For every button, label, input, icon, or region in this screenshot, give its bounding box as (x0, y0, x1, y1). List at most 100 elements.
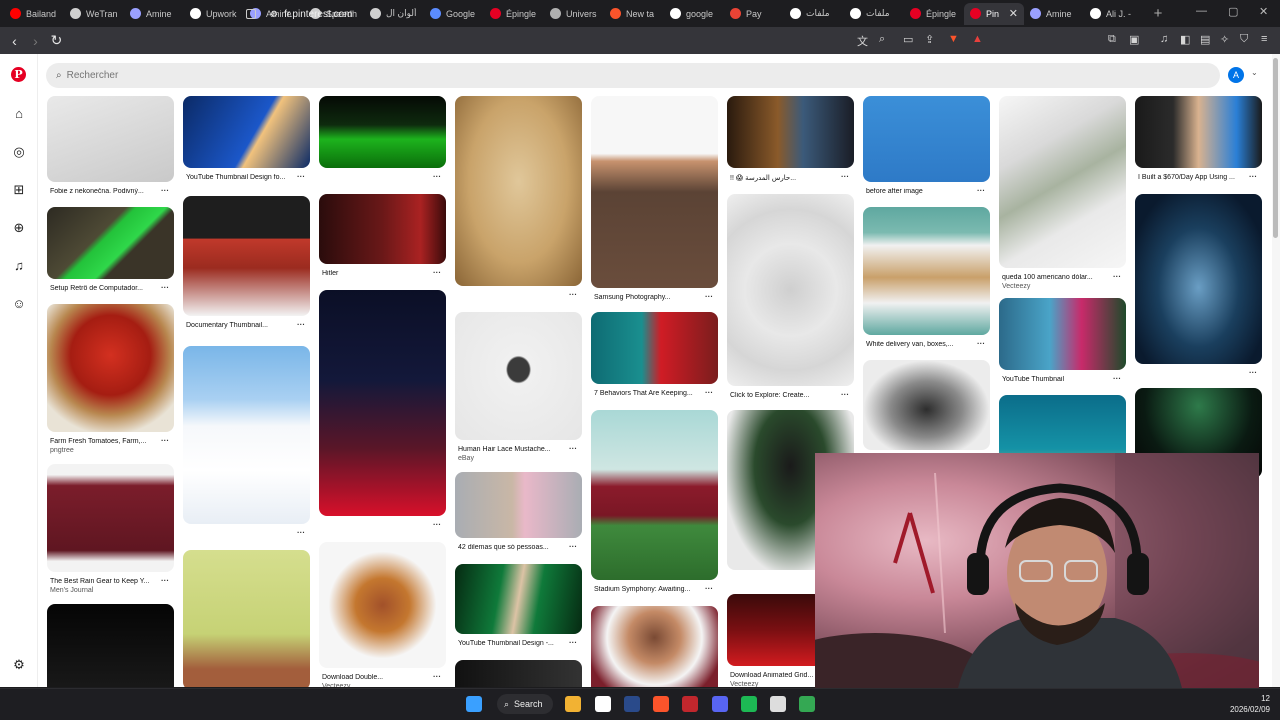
pin-title[interactable]: Farm Fresh Tomatoes, Farm,... (50, 438, 162, 445)
reload-icon[interactable]: ↻ (46, 32, 67, 49)
chrome-icon[interactable] (799, 696, 815, 712)
pin-more-options-icon[interactable]: ··· (1113, 272, 1121, 281)
boards-icon[interactable]: ⊞ (11, 182, 27, 198)
extensions-icon[interactable]: ⧉ (1108, 33, 1116, 46)
pin-image[interactable] (1135, 194, 1262, 364)
home-icon[interactable]: ⌂ (11, 106, 27, 122)
leo-ai-icon[interactable]: ✧ (1220, 33, 1229, 46)
minimize-icon[interactable]: — (1196, 5, 1207, 17)
share-icon[interactable]: ⇪ (925, 33, 934, 46)
pin-image[interactable] (999, 96, 1126, 268)
pin-image[interactable] (727, 194, 854, 386)
pin-more-options-icon[interactable]: ··· (1249, 172, 1257, 181)
browser-tab[interactable]: Amine (1024, 3, 1084, 25)
chatgpt-icon[interactable] (770, 696, 786, 712)
pin-more-options-icon[interactable]: ··· (297, 320, 305, 329)
avatar[interactable]: A (1228, 67, 1244, 83)
messages-icon[interactable]: ☺ (11, 296, 27, 312)
pin-more-options-icon[interactable]: ··· (433, 672, 441, 681)
cast-icon[interactable]: ▭ (903, 33, 913, 46)
pin-image[interactable] (1135, 96, 1262, 168)
search-input[interactable]: Rechercher (67, 70, 119, 81)
pin-image[interactable] (47, 464, 174, 572)
video-editor-icon[interactable] (682, 696, 698, 712)
site-info-icon[interactable]: ⚙ (270, 9, 278, 20)
back-icon[interactable]: ‹ (4, 33, 25, 49)
pin-more-options-icon[interactable]: ··· (1113, 374, 1121, 383)
sidebar-icon[interactable]: ◧ (1180, 33, 1190, 46)
scrollbar-thumb[interactable] (1273, 58, 1278, 238)
pin-source[interactable]: Men's Journal (50, 587, 93, 594)
pin-image[interactable] (183, 196, 310, 316)
url-text[interactable]: fr.pinterest.com (284, 9, 352, 20)
pin-title[interactable]: I Built a $670/Day App Using ... (1138, 174, 1250, 181)
pin-source[interactable]: Vecteezy (322, 683, 350, 687)
pin-more-options-icon[interactable]: ··· (569, 444, 577, 453)
pin-title[interactable]: 7 Behaviors That Are Keeping... (594, 390, 706, 397)
pin-source[interactable]: pngtree (50, 447, 74, 454)
pin-image[interactable] (863, 360, 990, 450)
new-tab-button[interactable]: + (1148, 5, 1168, 22)
discord-icon[interactable] (712, 696, 728, 712)
pin-more-options-icon[interactable]: ··· (977, 186, 985, 195)
pin-more-options-icon[interactable]: ··· (977, 339, 985, 348)
pin-more-options-icon[interactable]: ··· (705, 388, 713, 397)
wallet-icon[interactable]: ▤ (1200, 33, 1210, 46)
pin-title[interactable]: Samsung Photography... (594, 294, 706, 301)
pin-more-options-icon[interactable]: ··· (161, 576, 169, 585)
file-explorer-icon[interactable] (565, 696, 581, 712)
settings-icon[interactable]: ⚙ (11, 657, 27, 673)
browser-tab[interactable]: Amine (124, 3, 184, 25)
pin-image[interactable] (47, 304, 174, 432)
screenshot-icon[interactable]: ▣ (1129, 33, 1139, 46)
pin-more-options-icon[interactable]: ··· (841, 172, 849, 181)
pin-title[interactable]: Human Hair Lace Mustache... (458, 446, 570, 453)
pin-more-options-icon[interactable]: ··· (161, 186, 169, 195)
pin-source[interactable]: Vecteezy (730, 681, 758, 687)
photoshop-icon[interactable] (624, 696, 640, 712)
pin-image[interactable] (863, 207, 990, 335)
pin-image[interactable] (455, 564, 582, 634)
pin-more-options-icon[interactable]: ··· (1249, 368, 1257, 377)
pin-image[interactable] (999, 298, 1126, 370)
pin-image[interactable] (183, 550, 310, 687)
pin-image[interactable] (591, 606, 718, 687)
pin-image[interactable] (455, 472, 582, 538)
windows-start-icon[interactable] (466, 696, 482, 712)
pin-title[interactable]: !! 😱 حارس المدرسة... (730, 174, 842, 182)
maximize-icon[interactable]: ▢ (1228, 5, 1238, 18)
browser-tab[interactable]: Ali J. - (1084, 3, 1144, 25)
browser-tab[interactable]: Bailand (4, 3, 64, 25)
pin-more-options-icon[interactable]: ··· (433, 268, 441, 277)
pin-more-options-icon[interactable]: ··· (161, 436, 169, 445)
notifications-icon[interactable]: ♫ (11, 258, 27, 274)
pin-image[interactable] (319, 542, 446, 668)
pin-title[interactable]: Documentary Thumbnail... (186, 322, 298, 329)
pin-image[interactable] (455, 96, 582, 286)
pin-title[interactable]: Fobie z nekonečna. Podivný... (50, 188, 162, 195)
bookmark-icon[interactable] (246, 9, 256, 19)
pin-more-options-icon[interactable]: ··· (569, 638, 577, 647)
pin-title[interactable]: queda 100 americano dólar... (1002, 274, 1114, 281)
pin-image[interactable] (183, 96, 310, 168)
brave-shields-icon[interactable]: ▼ (948, 33, 959, 45)
pin-image[interactable] (455, 312, 582, 440)
pin-more-options-icon[interactable]: ··· (433, 520, 441, 529)
pin-title[interactable]: Hitler (322, 270, 434, 277)
pin-more-options-icon[interactable]: ··· (161, 283, 169, 292)
explore-icon[interactable]: ◎ (11, 144, 27, 160)
brave-icon[interactable] (653, 696, 669, 712)
pin-title[interactable]: YouTube Thumbnail Design fo... (186, 174, 298, 181)
close-tab-icon[interactable]: ✕ (1009, 7, 1018, 20)
pin-image[interactable] (183, 346, 310, 524)
pin-more-options-icon[interactable]: ··· (297, 528, 305, 537)
pin-image[interactable] (863, 96, 990, 182)
media-icon[interactable]: ♫ (1160, 33, 1168, 45)
menu-icon[interactable]: ≡ (1261, 33, 1267, 45)
pin-more-options-icon[interactable]: ··· (297, 172, 305, 181)
zoom-icon[interactable]: ⌕ (879, 33, 885, 46)
pin-image[interactable] (727, 96, 854, 168)
vpn-icon[interactable]: ⛉ (1240, 33, 1248, 46)
pin-more-options-icon[interactable]: ··· (841, 390, 849, 399)
pin-more-options-icon[interactable]: ··· (705, 292, 713, 301)
